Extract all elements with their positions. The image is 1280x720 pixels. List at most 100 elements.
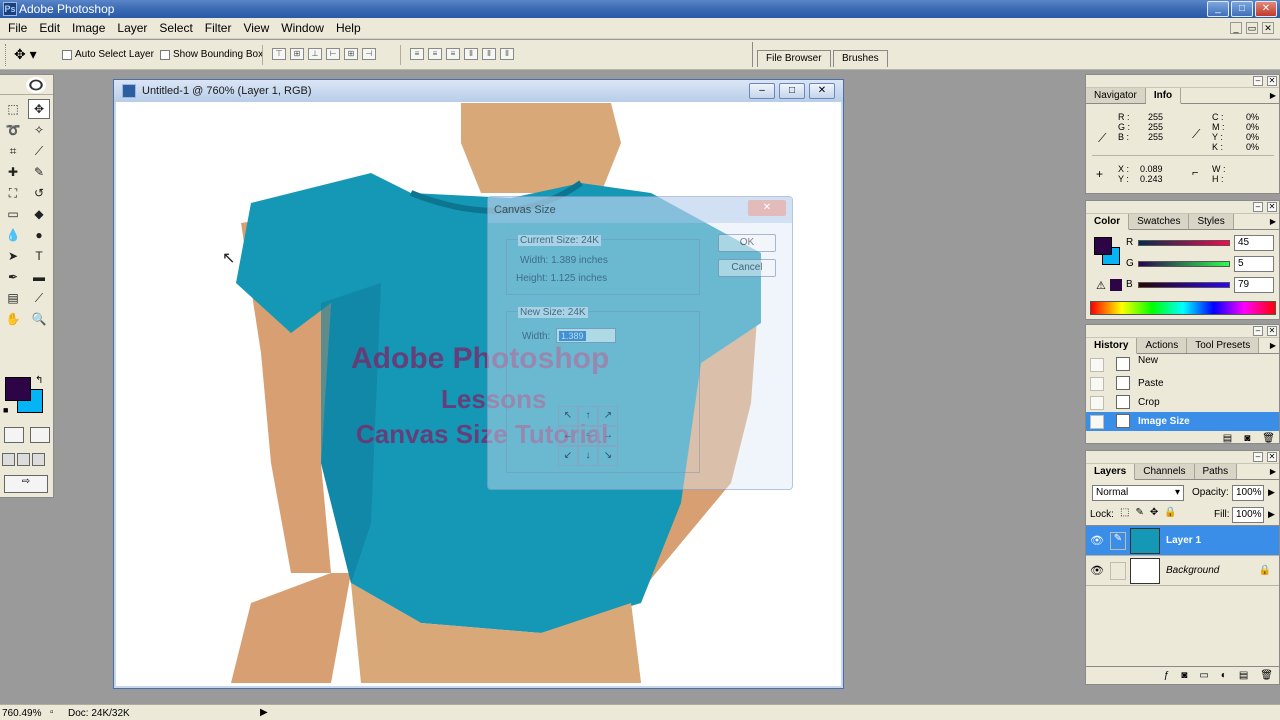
fill-input[interactable]: 100% [1232,507,1264,523]
cancel-button[interactable]: Cancel [718,259,776,277]
options-grip[interactable] [5,44,8,66]
align-vcenter-icon[interactable]: ⊞ [290,48,304,60]
palette-close-button[interactable]: ✕ [1267,326,1277,336]
layer-row[interactable]: 👁 Background 🔒 [1086,556,1279,586]
layer-style-icon[interactable]: ƒ [1164,670,1170,681]
dialog-titlebar[interactable]: Canvas Size ✕ [488,197,792,223]
lasso-tool-icon[interactable]: ➰ [2,120,24,140]
tab-swatches[interactable]: Swatches [1129,214,1190,229]
new-layer-icon[interactable]: ▤ [1239,670,1248,681]
lock-transparency-icon[interactable]: ⬚ [1120,507,1129,518]
menu-layer[interactable]: Layer [111,21,153,35]
align-top-icon[interactable]: ⊤ [272,48,286,60]
anchor-center-icon[interactable]: ▫ [578,426,598,446]
delete-state-icon[interactable]: 🗑 [1262,433,1275,444]
distribute-top-icon[interactable]: ≡ [410,48,424,60]
history-palette-bar[interactable]: – ✕ [1086,325,1279,338]
palette-menu-icon[interactable]: ▶ [1270,91,1276,100]
anchor-e-icon[interactable]: → [598,426,618,446]
history-source-checkbox[interactable] [1090,396,1104,410]
history-item[interactable]: Crop [1086,393,1279,412]
slice-tool-icon[interactable]: ⟋ [28,141,50,161]
anchor-s-icon[interactable]: ↓ [578,446,598,466]
anchor-n-icon[interactable]: ↑ [578,406,598,426]
type-tool-icon[interactable]: T [28,246,50,266]
marquee-tool-icon[interactable]: ⬚ [2,99,24,119]
color-r-slider[interactable] [1138,240,1230,246]
palette-minimize-button[interactable]: – [1253,452,1263,462]
history-brush-tool-icon[interactable]: ↺ [28,183,50,203]
brush-tool-icon[interactable]: ✎ [28,162,50,182]
tab-navigator[interactable]: Navigator [1086,88,1146,103]
tab-info[interactable]: Info [1145,88,1182,104]
maximize-button[interactable]: □ [1231,1,1253,17]
history-item[interactable]: Paste [1086,374,1279,393]
mdi-minimize-button[interactable]: _ [1230,22,1242,34]
palette-close-button[interactable]: ✕ [1267,202,1277,212]
gamut-warning-icon[interactable]: ⚠ [1096,279,1106,292]
zoom-tool-icon[interactable]: 🔍 [28,309,50,329]
document-titlebar[interactable]: Untitled-1 @ 760% (Layer 1, RGB) – □ ✕ [114,80,843,102]
add-mask-icon[interactable]: ◙ [1181,670,1187,681]
crop-tool-icon[interactable]: ⌗ [2,141,24,161]
mdi-close-button[interactable]: ✕ [1262,22,1274,34]
palette-minimize-button[interactable]: – [1253,202,1263,212]
path-selection-tool-icon[interactable]: ➤ [2,246,24,266]
full-screen-mode-icon[interactable] [32,453,45,466]
paint-bucket-tool-icon[interactable]: ◆ [28,204,50,224]
menu-edit[interactable]: Edit [33,21,66,35]
menu-filter[interactable]: Filter [199,21,238,35]
palette-minimize-button[interactable]: – [1253,326,1263,336]
clone-stamp-tool-icon[interactable]: ⛶ [2,183,24,203]
tab-layers[interactable]: Layers [1086,464,1136,480]
menu-window[interactable]: Window [275,21,330,35]
menu-view[interactable]: View [237,21,275,35]
distribute-left-icon[interactable]: ⦀ [464,48,478,60]
jump-to-imageready-icon[interactable]: ⇨ [4,475,48,493]
mdi-restore-button[interactable]: ▭ [1246,22,1258,34]
brush-link-icon[interactable]: ✎ [1110,532,1126,550]
anchor-se-icon[interactable]: ↘ [598,446,618,466]
color-r-input[interactable]: 45 [1234,235,1274,251]
color-g-input[interactable]: 5 [1234,256,1274,272]
magic-wand-tool-icon[interactable]: ✧ [28,120,50,140]
color-ramp[interactable] [1090,301,1276,315]
tab-channels[interactable]: Channels [1135,464,1195,479]
default-colors-icon[interactable]: ■ [3,405,8,415]
foreground-color-swatch[interactable] [5,377,31,401]
align-bottom-icon[interactable]: ⊥ [308,48,322,60]
lock-image-icon[interactable]: ✎ [1135,507,1143,518]
history-source-checkbox[interactable] [1090,415,1104,429]
zoom-level[interactable]: 760.49% [2,708,41,719]
document-minimize-button[interactable]: – [749,83,775,99]
standard-screen-mode-icon[interactable] [2,453,15,466]
move-tool-preset-icon[interactable]: ✥ ▾ [14,46,37,63]
distribute-right-icon[interactable]: ⦀ [500,48,514,60]
status-menu-arrow-icon[interactable]: ▶ [260,707,268,718]
color-b-input[interactable]: 79 [1234,277,1274,293]
well-tab-brushes[interactable]: Brushes [833,50,888,67]
align-left-icon[interactable]: ⊢ [326,48,340,60]
history-source-checkbox[interactable] [1090,377,1104,391]
auto-select-layer-checkbox[interactable]: Auto Select Layer [62,49,154,60]
document-maximize-button[interactable]: □ [779,83,805,99]
tab-paths[interactable]: Paths [1194,464,1238,479]
eye-icon[interactable]: 👁 [1090,534,1106,548]
history-item-selected[interactable]: Image Size [1086,412,1279,431]
pen-tool-icon[interactable]: ✒ [2,267,24,287]
anchor-sw-icon[interactable]: ↙ [558,446,578,466]
fill-arrow-icon[interactable]: ▶ [1268,509,1275,520]
rectangle-tool-icon[interactable]: ▬ [28,267,50,287]
opacity-input[interactable]: 100% [1232,485,1264,501]
bounding-box-checkbox-box[interactable] [160,49,170,60]
new-snapshot-icon[interactable]: ◙ [1244,433,1250,444]
color-g-slider[interactable] [1138,261,1230,267]
palette-minimize-button[interactable]: – [1253,76,1263,86]
adjustment-layer-icon[interactable]: ◐ [1221,670,1227,681]
anchor-ne-icon[interactable]: ↗ [598,406,618,426]
align-right-icon[interactable]: ⊣ [362,48,376,60]
menu-select[interactable]: Select [153,21,198,35]
document-close-button[interactable]: ✕ [809,83,835,99]
blur-tool-icon[interactable]: 💧 [2,225,24,245]
distribute-hcenter-icon[interactable]: ⦀ [482,48,496,60]
